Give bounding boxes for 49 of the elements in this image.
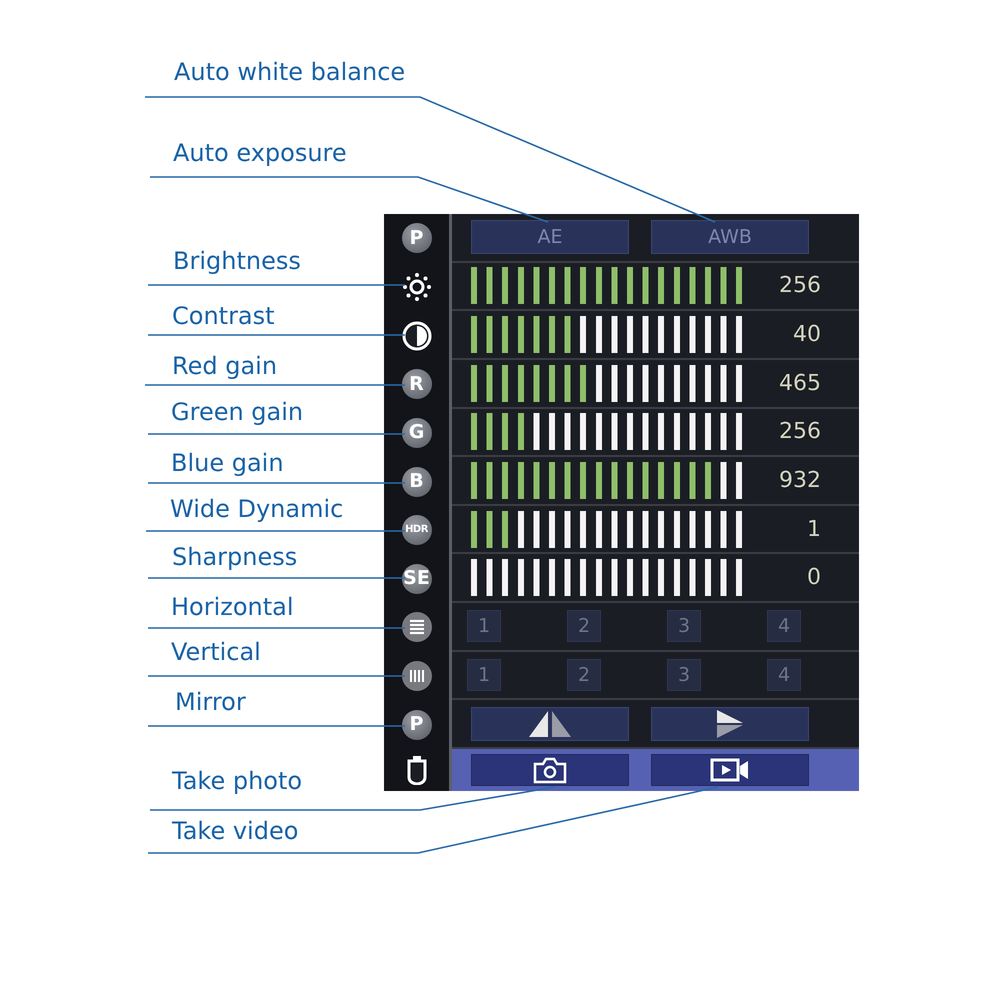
mirror-button[interactable] xyxy=(471,706,629,741)
annotation-label: Green gain xyxy=(171,400,304,424)
horizontal-lines-icon xyxy=(402,612,432,642)
value-reading: 932 xyxy=(779,467,822,496)
value-reading: 256 xyxy=(779,418,822,446)
sun-icon xyxy=(402,272,432,302)
value-reading: 0 xyxy=(807,564,822,592)
setting-badge: G xyxy=(402,418,432,448)
flip-button[interactable] xyxy=(651,706,809,741)
mode-button[interactable]: AE xyxy=(471,220,629,254)
annotation-label: Brightness xyxy=(173,249,301,273)
setting-badge: SE xyxy=(402,564,432,594)
annotation-label: Mirror xyxy=(175,690,246,714)
option-button[interactable]: 1 xyxy=(467,610,501,642)
annotation-label: Wide Dynamic xyxy=(170,497,344,521)
value-reading: 1 xyxy=(807,516,822,544)
setting-badge: R xyxy=(402,369,432,400)
annotation-label: Blue gain xyxy=(171,451,284,475)
annotation-label: Take video xyxy=(172,819,298,843)
option-button[interactable]: 4 xyxy=(767,610,801,642)
value-reading: 465 xyxy=(779,370,822,398)
setting-badge: P xyxy=(402,710,432,740)
setting-badge: P xyxy=(402,223,432,254)
video-camera-icon xyxy=(710,757,750,784)
option-button[interactable]: 2 xyxy=(567,659,601,692)
option-button[interactable]: 2 xyxy=(567,610,601,642)
photo-button[interactable] xyxy=(471,754,629,786)
video-button[interactable] xyxy=(651,754,809,786)
annotation-label: Red gain xyxy=(172,354,278,378)
annotation-label: Take photo xyxy=(172,769,302,793)
annotation-label: Contrast xyxy=(172,304,275,328)
option-button[interactable]: 3 xyxy=(667,659,701,692)
value-reading: 256 xyxy=(779,272,822,300)
annotation-label: Vertical xyxy=(171,640,261,664)
contrast-icon xyxy=(400,320,432,352)
annotation-label: Auto exposure xyxy=(173,141,347,165)
option-button[interactable]: 1 xyxy=(467,659,501,692)
setting-badge: B xyxy=(402,466,432,497)
annotation-label: Horizontal xyxy=(171,595,294,619)
camera-icon xyxy=(532,756,568,784)
mode-button[interactable]: AWB xyxy=(651,220,809,254)
setting-badge: HDR xyxy=(402,515,432,546)
annotation-label: Auto white balance xyxy=(174,60,406,84)
annotation-label: Sharpness xyxy=(172,545,298,569)
vertical-lines-icon xyxy=(402,661,432,692)
option-button[interactable]: 4 xyxy=(767,659,801,692)
value-reading: 40 xyxy=(793,321,822,350)
option-button[interactable]: 3 xyxy=(667,610,701,642)
battery-icon xyxy=(406,755,428,786)
